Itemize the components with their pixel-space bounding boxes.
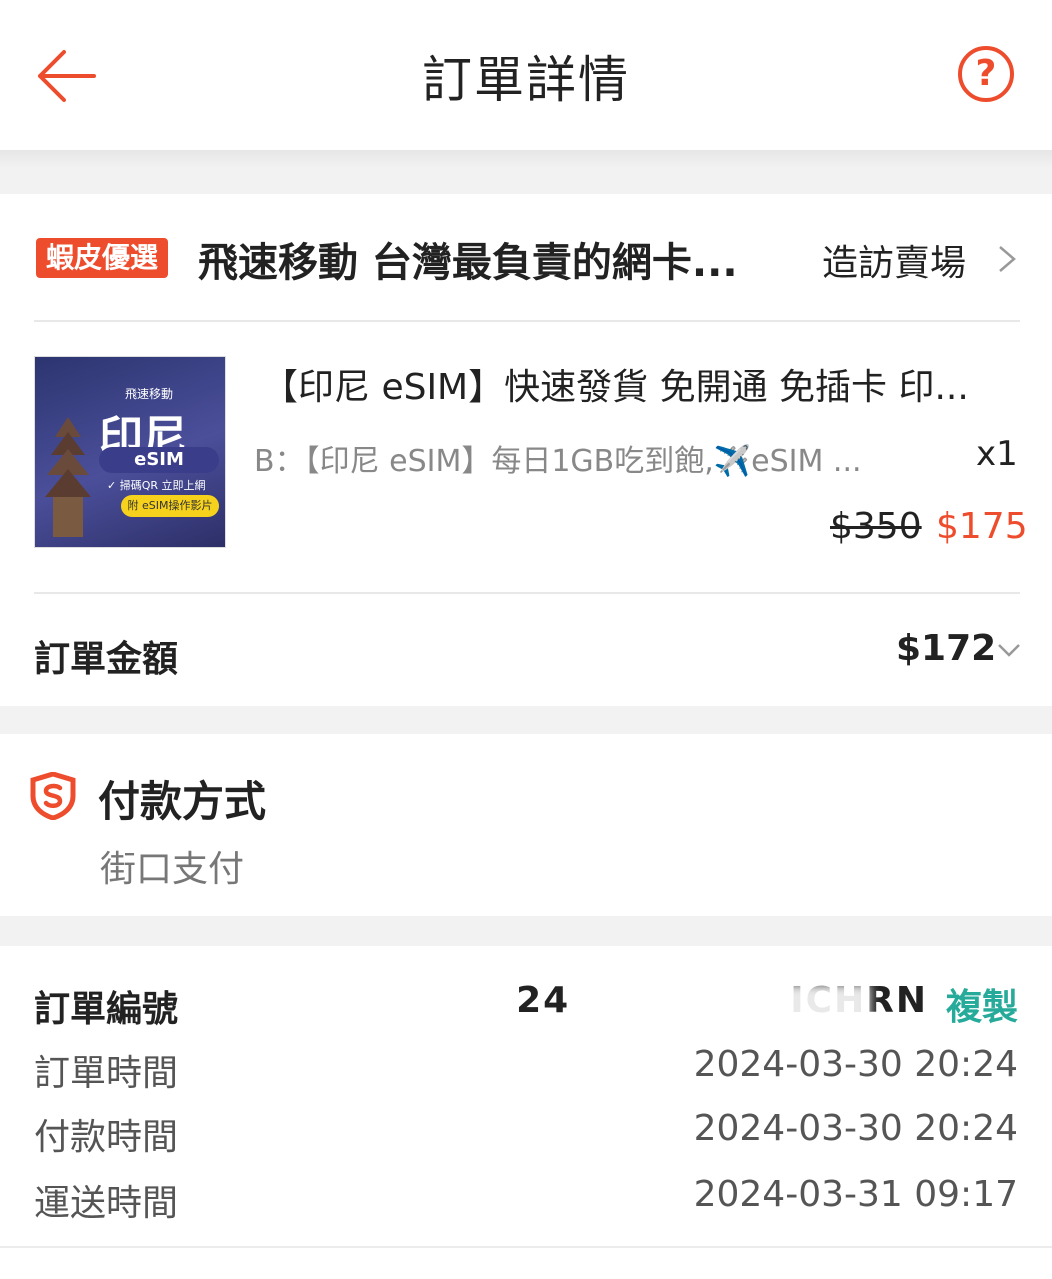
copy-button[interactable]: 複製 (946, 978, 1018, 1030)
temple-illustration (45, 417, 91, 537)
preferred-seller-badge: 蝦皮優選 (36, 238, 169, 278)
divider (0, 1246, 1052, 1248)
order-items-card: 蝦皮優選 飛速移動 台灣最負責的網卡... 造訪賣場 飛速移動 印尼 eSIM … (0, 194, 1052, 706)
question-circle-icon[interactable]: ? (958, 46, 1014, 102)
thumbnail-tagline: ✓ 掃碼QR 立即上網 (107, 479, 206, 492)
order-total-label: 訂單金額 (34, 639, 179, 680)
divider (34, 320, 1020, 322)
visit-shop-link[interactable]: 造訪賣場 (822, 234, 966, 286)
page-title: 訂單詳情 (422, 51, 630, 109)
shop-name[interactable]: 飛速移動 台灣最負責的網卡... (198, 230, 738, 288)
thumbnail-brand: 飛速移動 (125, 387, 174, 401)
top-bar: 訂單詳情 ? (0, 0, 1052, 150)
shield-icon (30, 772, 76, 820)
thumbnail-video-tag: 附 eSIM操作影片 (121, 495, 219, 517)
header-shadow (0, 150, 1052, 168)
product-variant: B：【印尼 eSIM】每日1GB吃到飽,✈️eSIM ... (254, 444, 862, 479)
product-price: $175 (936, 506, 1028, 547)
payment-method-value: 街口支付 (100, 849, 245, 890)
product-quantity: x1 (976, 434, 1018, 474)
order-number-prefix: 24 (516, 980, 571, 1021)
chevron-right-icon[interactable] (996, 244, 1018, 274)
payment-method-title: 付款方式 (98, 777, 267, 826)
payment-method-card: 付款方式 街口支付 (0, 734, 1052, 916)
payment-time-label: 付款時間 (34, 1117, 179, 1158)
thumbnail-esim-label: eSIM (99, 447, 219, 473)
order-time-label: 訂單時間 (34, 1053, 179, 1094)
order-info-card: 訂單編號 24ICHRN 複製 訂單時間 2024-03-30 20:24 付款… (0, 946, 1052, 1279)
shipping-time-value: 2024-03-31 09:17 (693, 1174, 1018, 1215)
order-time-value: 2024-03-30 20:24 (693, 1044, 1018, 1085)
product-name[interactable]: 【印尼 eSIM】快速發貨 免開通 免插卡 印... (262, 358, 1002, 410)
redaction-mask (614, 984, 870, 1024)
chevron-down-icon[interactable] (996, 640, 1022, 660)
original-price: $350 (830, 506, 922, 547)
product-thumbnail[interactable]: 飛速移動 印尼 eSIM ✓ 掃碼QR 立即上網 附 eSIM操作影片 (34, 356, 226, 548)
order-total-value[interactable]: $172 (896, 628, 996, 669)
shipping-time-label: 運送時間 (34, 1183, 179, 1224)
order-number-label: 訂單編號 (34, 989, 179, 1030)
payment-time-value: 2024-03-30 20:24 (693, 1108, 1018, 1149)
divider (34, 592, 1020, 594)
